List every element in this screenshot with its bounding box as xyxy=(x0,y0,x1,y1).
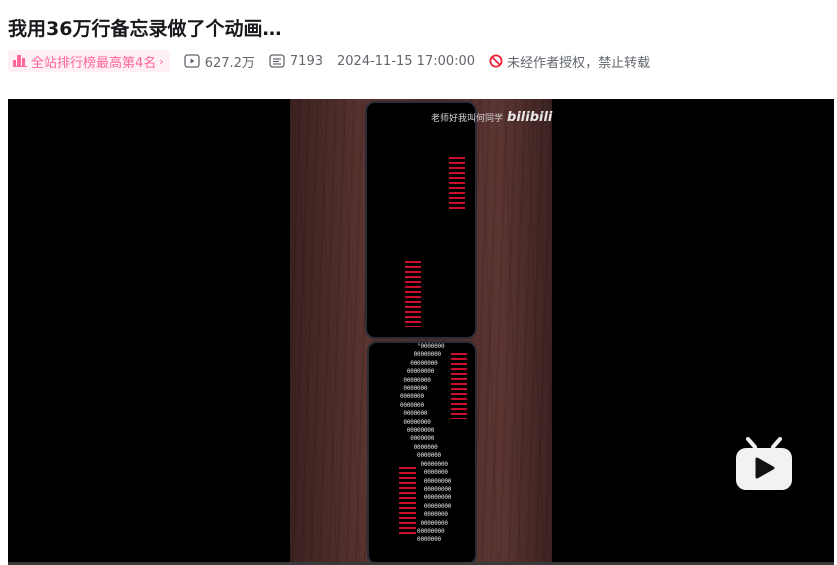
bar-chart-icon xyxy=(13,55,27,67)
copyright-text: 未经作者授权，禁止转载 xyxy=(507,55,651,71)
no-entry-icon xyxy=(489,54,503,68)
video-heart-shape xyxy=(405,261,421,327)
view-count-value: 627.2万 xyxy=(204,55,255,71)
danmaku-icon xyxy=(269,54,285,68)
danmaku-count-value: 7193 xyxy=(289,53,323,69)
rank-badge[interactable]: 全站排行榜最高第4名 › xyxy=(8,50,170,72)
video-heart-shape xyxy=(451,353,467,419)
publish-time: 2024-11-15 17:00:00 xyxy=(337,53,476,69)
watermark-logo: bilibili xyxy=(507,110,553,125)
copyright-notice: 未经作者授权，禁止转载 xyxy=(489,52,650,71)
rank-label: 全站排行榜最高第4名 xyxy=(31,55,157,71)
video-player[interactable]: 老师好我叫何同学 bilibili °0000000 00000000 0000… xyxy=(8,99,834,565)
watermark-text: 老师好我叫何同学 xyxy=(431,114,504,124)
video-watermark: 老师好我叫何同学 bilibili xyxy=(431,110,552,125)
bilibili-tv-icon[interactable] xyxy=(734,435,794,495)
video-heart-shape xyxy=(449,157,465,212)
video-title: 我用36万行备忘录做了个动画… xyxy=(8,18,282,40)
video-ascii-art: °0000000 00000000 00000000 00000000 0000… xyxy=(400,343,452,544)
danmaku-count: 7193 xyxy=(269,54,323,69)
play-icon xyxy=(184,54,200,68)
view-count: 627.2万 xyxy=(184,52,255,71)
chevron-right-icon: › xyxy=(159,54,164,68)
video-meta: 全站排行榜最高第4名 › 627.2万 7193 2024-11-15 17:0… xyxy=(8,50,650,72)
video-phone-top xyxy=(365,101,477,339)
